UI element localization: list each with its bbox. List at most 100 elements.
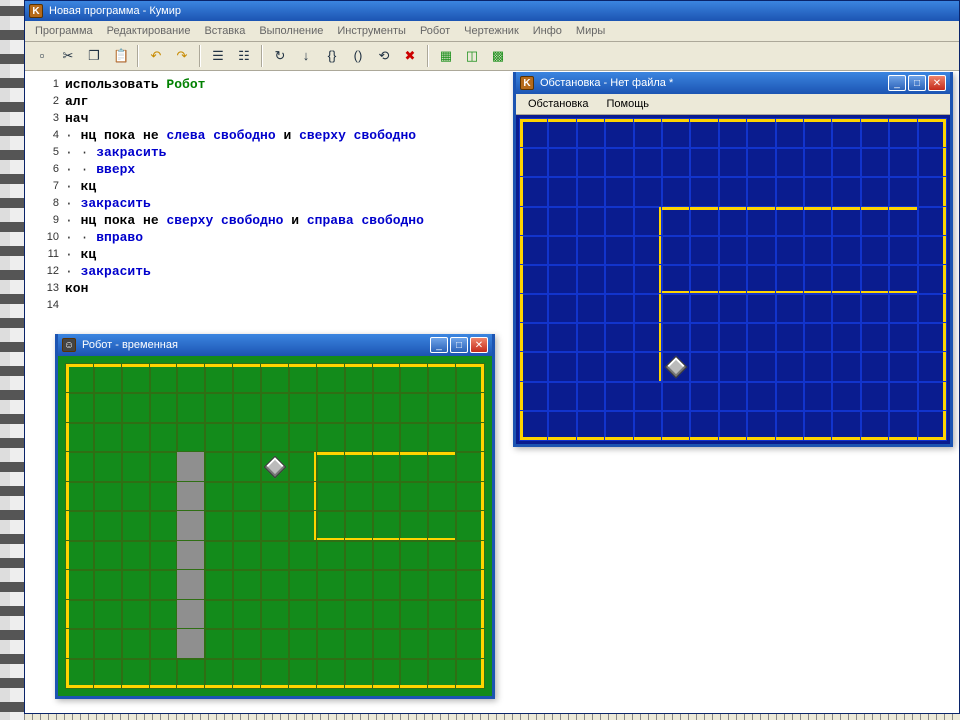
grid-cell[interactable] [345, 541, 373, 570]
grid-cell[interactable] [548, 265, 576, 294]
code-line[interactable]: 11· кц [25, 246, 525, 263]
cut-icon[interactable]: ✂ [57, 45, 79, 67]
grid-cell[interactable] [345, 659, 373, 688]
grid-cell[interactable] [690, 265, 718, 294]
grid-cell[interactable] [690, 382, 718, 411]
grid-cell[interactable] [289, 600, 317, 629]
grid-cell[interactable] [634, 294, 662, 323]
grid-cell[interactable] [400, 393, 428, 422]
grid-cell[interactable] [122, 393, 150, 422]
grid-cell[interactable] [428, 570, 456, 599]
grid-cell[interactable] [428, 364, 456, 393]
grid-cell[interactable] [605, 119, 633, 148]
grid-cell[interactable] [804, 265, 832, 294]
grid-cell[interactable] [548, 382, 576, 411]
grid-cell[interactable] [719, 323, 747, 352]
grid-cell[interactable] [345, 511, 373, 540]
grid-cell[interactable] [66, 393, 94, 422]
code-content[interactable]: · · вправо [65, 229, 143, 246]
grid-cell[interactable] [634, 352, 662, 381]
grid-cell[interactable] [261, 393, 289, 422]
grid-cell[interactable] [605, 411, 633, 440]
grid-cell[interactable] [719, 294, 747, 323]
grid-cell[interactable] [428, 511, 456, 540]
grid-cell[interactable] [577, 119, 605, 148]
grid-cell[interactable] [150, 452, 178, 481]
code-content[interactable]: кон [65, 280, 88, 297]
grid-cell[interactable] [205, 423, 233, 452]
grid-cell[interactable] [719, 148, 747, 177]
tile1-icon[interactable]: ▦ [435, 45, 457, 67]
grid-cell[interactable] [261, 423, 289, 452]
grid-cell[interactable] [177, 482, 205, 511]
grid-cell[interactable] [918, 207, 946, 236]
grid-cell[interactable] [233, 629, 261, 658]
grid-cell[interactable] [205, 570, 233, 599]
grid-cell[interactable] [605, 294, 633, 323]
grid-cell[interactable] [918, 352, 946, 381]
code-line[interactable]: 8· закрасить [25, 195, 525, 212]
code-line[interactable]: 12· закрасить [25, 263, 525, 280]
grid-cell[interactable] [662, 352, 690, 381]
grid-cell[interactable] [94, 511, 122, 540]
grid-cell[interactable] [662, 119, 690, 148]
paste-icon[interactable]: 📋 [109, 45, 131, 67]
grid-cell[interactable] [634, 207, 662, 236]
grid-cell[interactable] [261, 452, 289, 481]
grid-cell[interactable] [832, 382, 860, 411]
grid-cell[interactable] [690, 207, 718, 236]
menu-чертежник[interactable]: Чертежник [458, 23, 525, 39]
grid-cell[interactable] [345, 452, 373, 481]
grid-cell[interactable] [94, 659, 122, 688]
grid-cell[interactable] [317, 423, 345, 452]
grid-cell[interactable] [317, 393, 345, 422]
grid-cell[interactable] [400, 600, 428, 629]
close-button[interactable]: ✕ [928, 75, 946, 91]
grid-cell[interactable] [150, 393, 178, 422]
grid-cell[interactable] [205, 364, 233, 393]
code-line[interactable]: 4· нц пока не слева свободно и сверху св… [25, 127, 525, 144]
grid-cell[interactable] [747, 411, 775, 440]
grid-cell[interactable] [122, 541, 150, 570]
grid-cell[interactable] [861, 411, 889, 440]
grid-cell[interactable] [889, 382, 917, 411]
grid-cell[interactable] [832, 236, 860, 265]
grid-cell[interactable] [428, 452, 456, 481]
grid-cell[interactable] [122, 482, 150, 511]
grid-cell[interactable] [889, 119, 917, 148]
grid-cell[interactable] [177, 600, 205, 629]
grid-cell[interactable] [66, 659, 94, 688]
grid-cell[interactable] [605, 265, 633, 294]
grid-cell[interactable] [66, 423, 94, 452]
grid-cell[interactable] [122, 423, 150, 452]
grid-cell[interactable] [177, 541, 205, 570]
grid-cell[interactable] [177, 629, 205, 658]
grid-cell[interactable] [122, 511, 150, 540]
grid-cell[interactable] [776, 236, 804, 265]
grid-cell[interactable] [205, 541, 233, 570]
code-content[interactable]: · кц [65, 178, 96, 195]
grid-cell[interactable] [548, 352, 576, 381]
grid-cell[interactable] [690, 119, 718, 148]
menu-инструменты[interactable]: Инструменты [331, 23, 412, 39]
grid-cell[interactable] [918, 382, 946, 411]
grid-cell[interactable] [122, 364, 150, 393]
code-content[interactable]: нач [65, 110, 88, 127]
menu-робот[interactable]: Робот [414, 23, 456, 39]
code-line[interactable]: 5· · закрасить [25, 144, 525, 161]
grid-cell[interactable] [289, 393, 317, 422]
grid-cell[interactable] [861, 207, 889, 236]
close-button[interactable]: ✕ [470, 337, 488, 353]
code-content[interactable]: · · вверх [65, 161, 135, 178]
grid-cell[interactable] [662, 207, 690, 236]
grid-cell[interactable] [804, 352, 832, 381]
tile3-icon[interactable]: ▩ [487, 45, 509, 67]
grid-cell[interactable] [456, 659, 484, 688]
grid-cell[interactable] [261, 600, 289, 629]
grid-cell[interactable] [520, 352, 548, 381]
grid-cell[interactable] [889, 294, 917, 323]
grid-cell[interactable] [456, 452, 484, 481]
grid-cell[interactable] [776, 265, 804, 294]
grid-cell[interactable] [634, 411, 662, 440]
grid-cell[interactable] [577, 265, 605, 294]
